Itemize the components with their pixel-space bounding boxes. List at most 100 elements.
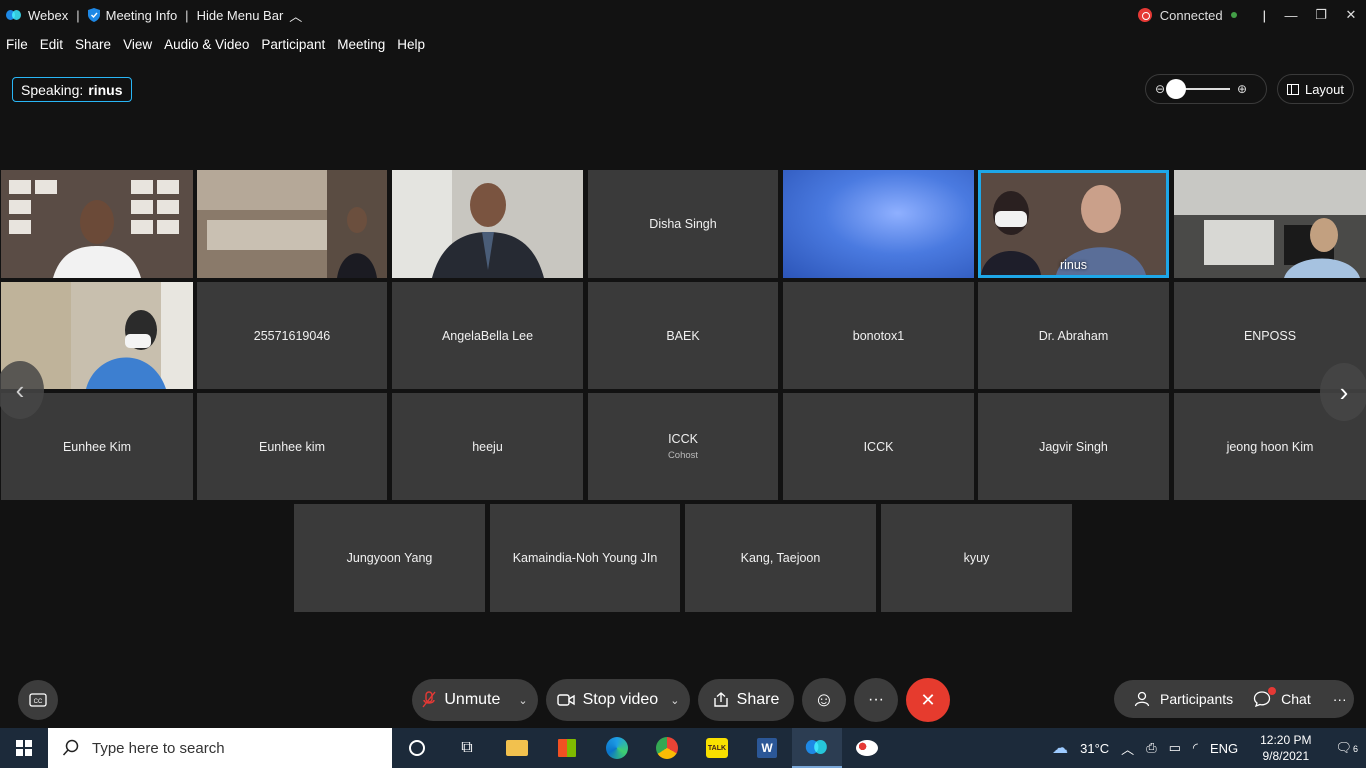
participant-tile[interactable]: Jagvir Singh — [978, 393, 1169, 500]
microphone-muted-icon — [422, 691, 436, 708]
menu-audio-video[interactable]: Audio & Video — [158, 33, 255, 57]
windows-logo-icon — [16, 740, 32, 756]
menu-help[interactable]: Help — [391, 33, 431, 57]
participant-video-tile[interactable] — [392, 170, 583, 278]
maximize-icon[interactable]: ❐ — [1306, 0, 1336, 30]
search-icon — [62, 739, 79, 756]
participant-tile[interactable]: AngelaBella Lee — [392, 282, 583, 389]
participant-tile[interactable]: bonotox1 — [783, 282, 974, 389]
layout-button[interactable]: Layout — [1277, 74, 1354, 104]
participant-name: Kang, Taejoon — [740, 551, 821, 565]
word-icon: W — [757, 738, 777, 758]
kakaotalk-button[interactable]: TALK — [692, 728, 742, 768]
participant-video-tile[interactable] — [1, 170, 193, 278]
participant-video-tile[interactable] — [197, 170, 387, 278]
participant-tile[interactable]: kyuy — [881, 504, 1072, 612]
active-speaker-tile[interactable]: rinus — [978, 170, 1169, 278]
task-view-button[interactable]: ⧉ — [442, 728, 492, 768]
weather-temp[interactable]: 31°C — [1074, 741, 1115, 756]
participant-tile[interactable]: heeju — [392, 393, 583, 500]
menu-participant[interactable]: Participant — [255, 33, 331, 57]
participant-tile[interactable]: Kamaindia-Noh Young JIn — [490, 504, 680, 612]
share-button[interactable]: Share — [698, 679, 794, 721]
zoom-slider-handle[interactable] — [1166, 79, 1186, 99]
close-icon[interactable]: ✕ — [1336, 0, 1366, 30]
speaker-name: rinus — [88, 81, 123, 98]
notification-icon[interactable]: 🗨 6 — [1327, 740, 1366, 756]
clock-date: 9/8/2021 — [1262, 749, 1310, 763]
participant-video — [1174, 170, 1366, 278]
zoom-slider[interactable] — [1166, 79, 1230, 99]
chat-button[interactable]: Chat — [1243, 687, 1321, 707]
notification-count: 6 — [1350, 744, 1360, 754]
hide-menu-bar-button[interactable]: Hide Menu Bar ︿ — [191, 0, 309, 30]
menu-edit[interactable]: Edit — [34, 33, 69, 57]
word-button[interactable]: W — [742, 728, 792, 768]
participant-name: Disha Singh — [649, 217, 717, 231]
participant-video-tile[interactable] — [783, 170, 974, 278]
chevron-left-icon: ‹ — [15, 374, 25, 405]
participant-tile[interactable]: 25571619046 — [197, 282, 387, 389]
meeting-info-button[interactable]: Meeting Info — [82, 0, 184, 30]
unmute-button[interactable]: Unmute ⌄ — [412, 679, 538, 721]
taskbar-search[interactable]: Type here to search — [48, 728, 392, 768]
more-dots-icon: ··· — [868, 691, 884, 708]
stop-video-button[interactable]: Stop video ⌄ — [546, 679, 690, 721]
chrome-button[interactable] — [642, 728, 692, 768]
zoom-out-icon[interactable]: ⊖ — [1154, 82, 1166, 96]
webex-app[interactable]: Webex — [0, 0, 74, 30]
participant-name: jeong hoon Kim — [1226, 439, 1314, 454]
folder-icon — [506, 740, 528, 756]
wifi-icon[interactable]: ◜ — [1187, 740, 1204, 756]
minimize-icon[interactable]: — — [1276, 0, 1306, 30]
speaking-indicator: Speaking: rinus — [12, 77, 132, 102]
participant-tile[interactable]: ICCK Cohost — [588, 393, 778, 500]
participant-tile[interactable]: ICCK — [783, 393, 974, 500]
chevron-up-icon[interactable]: ︿ — [1115, 739, 1140, 758]
battery-icon[interactable]: ▭ — [1163, 740, 1187, 756]
menu-share[interactable]: Share — [69, 33, 117, 57]
menu-file[interactable]: File — [0, 33, 34, 57]
chevron-down-icon[interactable]: ⌄ — [670, 694, 679, 707]
panel-more-button[interactable]: ··· — [1321, 691, 1359, 707]
cohost-label: Cohost — [667, 450, 699, 461]
zoom-in-icon[interactable]: ⊕ — [1236, 82, 1248, 96]
divider: | — [1262, 7, 1266, 23]
webex-taskbar-button[interactable] — [792, 728, 842, 768]
chat-label: Chat — [1281, 691, 1311, 707]
chevron-down-icon[interactable]: ⌄ — [518, 694, 527, 707]
start-button[interactable] — [0, 728, 48, 768]
end-meeting-button[interactable]: ✕ — [906, 678, 950, 722]
participant-tile[interactable]: Dr. Abraham — [978, 282, 1169, 389]
reactions-button[interactable]: ☺ — [802, 678, 846, 722]
kakaotalk-icon: TALK — [706, 738, 728, 758]
menu-view[interactable]: View — [117, 33, 158, 57]
closed-captions-button[interactable]: CC — [18, 680, 58, 720]
participants-button[interactable]: Participants — [1124, 691, 1243, 707]
connection-status: Connected | — [1137, 0, 1266, 30]
status-text: Connected — [1159, 7, 1223, 23]
participant-tile[interactable]: Kang, Taejoon — [685, 504, 876, 612]
store-bag-icon — [558, 739, 576, 757]
system-tray: ☁ 31°C ︿ ⎙ ▭ ◜ ENG 12:20 PM 9/8/2021 🗨 6 — [1046, 728, 1366, 768]
language-indicator[interactable]: ENG — [1204, 741, 1244, 756]
more-options-button[interactable]: ··· — [854, 678, 898, 722]
meet-now-icon[interactable]: ⎙ — [1140, 740, 1162, 756]
next-page-button[interactable]: › — [1320, 363, 1366, 421]
edge-button[interactable] — [592, 728, 642, 768]
clock[interactable]: 12:20 PM 9/8/2021 — [1244, 732, 1327, 764]
shield-icon — [87, 8, 100, 22]
participant-video-tile[interactable] — [1174, 170, 1366, 278]
participant-name: rinus — [1059, 258, 1088, 272]
participant-tile[interactable]: Eunhee kim — [197, 393, 387, 500]
menu-meeting[interactable]: Meeting — [331, 33, 391, 57]
participant-name: BAEK — [666, 328, 700, 343]
file-explorer-button[interactable] — [492, 728, 542, 768]
participant-tile[interactable]: Disha Singh — [588, 170, 778, 278]
participant-tile[interactable]: BAEK — [588, 282, 778, 389]
grid-layout-icon — [1286, 83, 1299, 95]
participant-tile[interactable]: Jungyoon Yang — [294, 504, 485, 612]
paint-button[interactable] — [842, 728, 892, 768]
store-button[interactable] — [542, 728, 592, 768]
cortana-button[interactable] — [392, 728, 442, 768]
